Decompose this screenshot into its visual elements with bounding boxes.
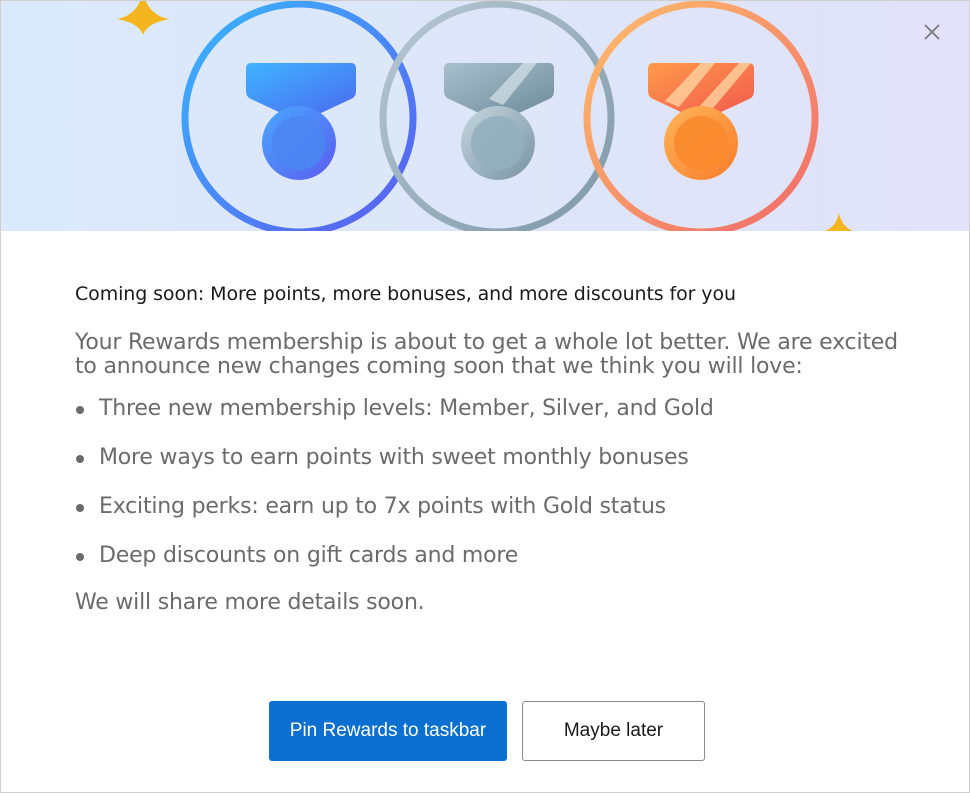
dialog-content: Coming soon: More points, more bonuses, … [75,283,915,615]
list-item-text: Exciting perks: earn up to 7x points wit… [99,494,666,519]
hero-banner [1,1,969,231]
bullet-icon [76,553,84,561]
intro-text: Your Rewards membership is about to get … [75,330,898,379]
bullet-icon [76,455,84,463]
silver-medal-icon [444,63,554,180]
list-item-text: Three new membership levels: Member, Sil… [99,396,714,421]
gold-medal-icon [648,63,754,180]
maybe-later-button[interactable]: Maybe later [522,701,705,761]
bullet-icon [76,406,84,414]
pin-rewards-button[interactable]: Pin Rewards to taskbar [269,701,507,761]
sparkle-icon [825,213,853,231]
bullet-icon [76,504,84,512]
benefits-list: Three new membership levels: Member, Sil… [75,397,915,568]
rewards-dialog: Coming soon: More points, more bonuses, … [0,0,970,793]
list-item: Three new membership levels: Member, Sil… [75,397,915,421]
close-button[interactable] [921,21,943,43]
close-icon [924,24,940,40]
list-item: Exciting perks: earn up to 7x points wit… [75,495,915,519]
list-item: Deep discounts on gift cards and more [75,544,915,568]
list-item-text: More ways to earn points with sweet mont… [99,445,689,470]
list-item: More ways to earn points with sweet mont… [75,446,915,470]
list-item-text: Deep discounts on gift cards and more [99,543,519,568]
medals-illustration [117,1,853,231]
dialog-heading: Coming soon: More points, more bonuses, … [75,283,736,305]
sparkle-icon [117,1,169,35]
member-medal-icon [246,63,356,180]
outro-text: We will share more details soon. [75,590,425,615]
